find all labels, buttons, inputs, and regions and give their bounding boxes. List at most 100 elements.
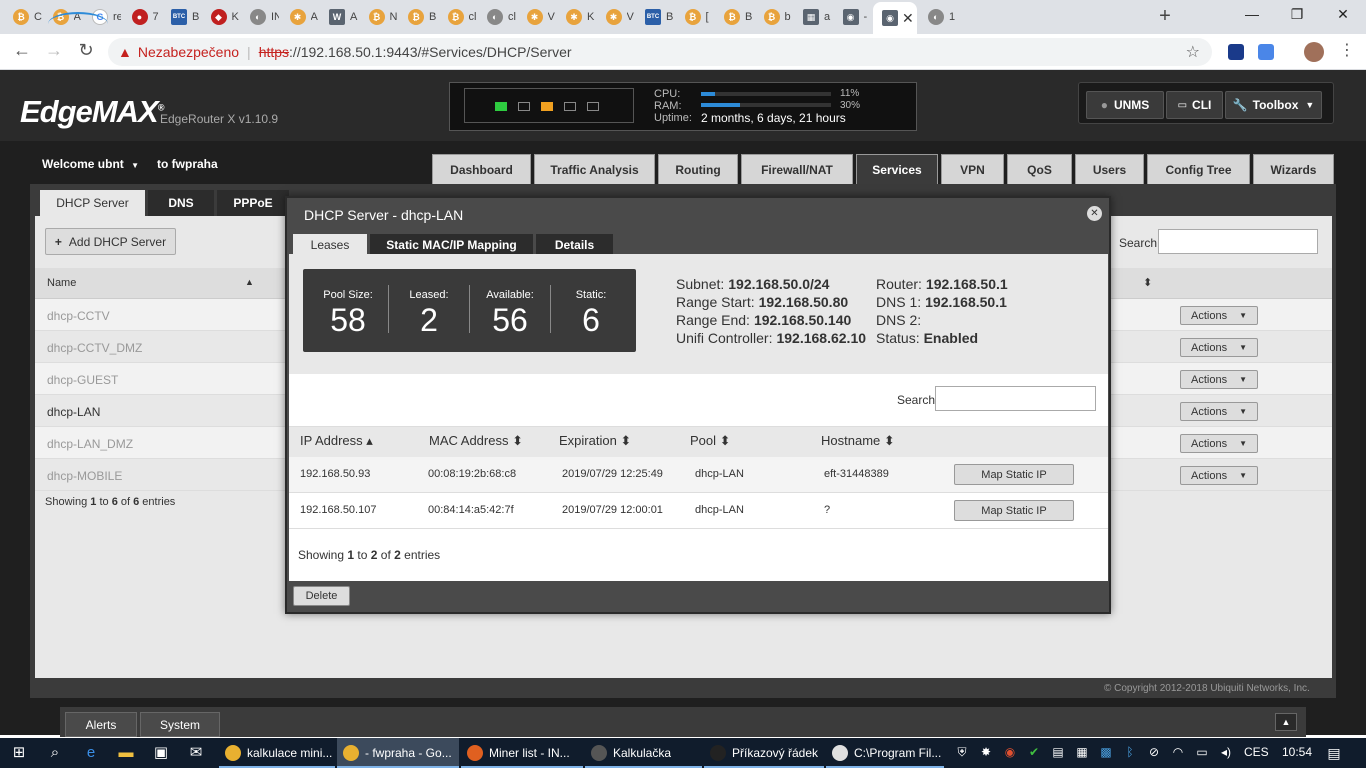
tab-details[interactable]: Details — [536, 234, 613, 255]
toolbox-button[interactable]: 🔧 Toolbox ▼ — [1225, 91, 1322, 119]
tab-leases[interactable]: Leases — [293, 234, 367, 255]
nav-tab-wizards[interactable]: Wizards — [1253, 154, 1334, 184]
nav-tab-users[interactable]: Users — [1075, 154, 1144, 184]
nav-tab-routing[interactable]: Routing — [658, 154, 738, 184]
column-expiration[interactable]: Expiration ⬍ — [559, 433, 631, 449]
browser-tab[interactable]: BTC Bi — [162, 2, 200, 32]
taskbar-app[interactable]: C:\Program Fil... — [826, 738, 944, 768]
tray-app-icon[interactable]: ✸ — [978, 745, 994, 761]
notifications-icon[interactable]: ▤ — [1326, 745, 1342, 761]
browser-tab[interactable]: ₿ cl — [439, 2, 476, 32]
actions-button[interactable]: Actions ▼ — [1180, 402, 1258, 421]
column-hostname[interactable]: Hostname ⬍ — [821, 433, 895, 449]
browser-tab[interactable]: WA — [320, 2, 358, 32]
edge-icon[interactable]: e — [82, 744, 100, 762]
taskbar-app[interactable]: Příkazový řádek — [704, 738, 824, 768]
browser-tab[interactable]: ₿ N — [360, 2, 397, 32]
actions-button[interactable]: Actions ▼ — [1180, 370, 1258, 389]
actions-button[interactable]: Actions ▼ — [1180, 466, 1258, 485]
close-tab-icon[interactable]: ✕ — [902, 10, 914, 27]
nav-tab-firewall-nat[interactable]: Firewall/NAT — [741, 154, 853, 184]
browser-tab[interactable]: ₿ B — [715, 2, 753, 32]
close-window-button[interactable]: ✕ — [1320, 6, 1366, 23]
tray-app-icon[interactable]: ▦ — [1074, 745, 1090, 761]
shield-icon[interactable]: ⛨ — [954, 745, 970, 761]
translate-icon[interactable] — [1258, 44, 1274, 60]
browser-tab[interactable]: ◐ IN — [241, 2, 279, 32]
nav-tab-config-tree[interactable]: Config Tree — [1147, 154, 1250, 184]
sort-icon[interactable]: ⬍ — [1143, 276, 1152, 289]
language-indicator[interactable]: CES — [1244, 745, 1269, 759]
search-input[interactable] — [1158, 229, 1318, 254]
profile-avatar[interactable] — [1304, 42, 1324, 62]
map-static-ip-button[interactable]: Map Static IP — [954, 464, 1074, 485]
mail-icon[interactable]: ✉ — [187, 744, 205, 762]
column-mac-address[interactable]: MAC Address ⬍ — [429, 433, 523, 449]
column-pool[interactable]: Pool ⬍ — [690, 433, 731, 449]
column-ip-address[interactable]: IP Address ▴ — [300, 433, 373, 449]
browser-tab[interactable]: ✱ V — [518, 2, 556, 32]
browser-tab[interactable]: ₿ C — [4, 2, 42, 32]
bookmark-star-icon[interactable]: ☆ — [1186, 42, 1200, 62]
search-icon[interactable]: ⌕ — [46, 744, 64, 762]
taskbar-app[interactable]: Kalkulačka — [585, 738, 702, 768]
nav-tab-dashboard[interactable]: Dashboard — [432, 154, 531, 184]
server-name[interactable]: dhcp-CCTV — [47, 309, 110, 323]
tab-static-mapping[interactable]: Static MAC/IP Mapping — [370, 234, 533, 255]
taskbar-app[interactable]: - fwpraha - Go... — [337, 738, 459, 768]
actions-button[interactable]: Actions ▼ — [1180, 434, 1258, 453]
actions-button[interactable]: Actions ▼ — [1180, 338, 1258, 357]
store-icon[interactable]: ▣ — [152, 744, 170, 762]
tray-app-icon[interactable]: ▩ — [1098, 745, 1114, 761]
column-name[interactable]: Name — [47, 277, 76, 289]
add-dhcp-server-button[interactable]: + Add DHCP Server — [45, 228, 176, 255]
server-name[interactable]: dhcp-MOBILE — [47, 469, 122, 483]
subtab-pppoe[interactable]: PPPoE — [217, 190, 289, 216]
server-name[interactable]: dhcp-GUEST — [47, 373, 118, 387]
wifi-icon[interactable]: ◠ — [1170, 745, 1186, 761]
nav-tab-services[interactable]: Services — [856, 154, 938, 184]
extension-y-icon[interactable] — [1228, 44, 1244, 60]
browser-tab[interactable]: ◐ cl — [478, 2, 516, 32]
browser-tab[interactable]: ● 7 — [123, 2, 161, 32]
server-name[interactable]: dhcp-LAN — [47, 405, 100, 419]
browser-tab[interactable]: BTC B — [636, 2, 674, 32]
dialog-search-input[interactable] — [935, 386, 1096, 411]
browser-tab[interactable]: ◉ - — [834, 2, 872, 32]
volume-icon[interactable]: ◂) — [1218, 745, 1234, 761]
subtab-dhcp-server[interactable]: DHCP Server — [40, 190, 145, 216]
delete-button[interactable]: Delete — [293, 586, 350, 606]
browser-tab[interactable]: ◐ 1 — [919, 2, 957, 32]
nav-tab-qos[interactable]: QoS — [1007, 154, 1072, 184]
sort-asc-icon[interactable]: ▲ — [245, 277, 254, 287]
nav-tab-vpn[interactable]: VPN — [941, 154, 1004, 184]
clock[interactable]: 10:54 — [1282, 745, 1312, 759]
subtab-dns[interactable]: DNS — [148, 190, 214, 216]
browser-tab[interactable]: ✱ V — [597, 2, 635, 32]
browser-tab[interactable]: ◆ K — [202, 2, 240, 32]
browser-tab[interactable]: ▦ a — [794, 2, 832, 32]
unms-button[interactable]: ● UNMS — [1086, 91, 1164, 119]
expand-up-icon[interactable]: ▲ — [1275, 713, 1297, 731]
taskbar-app[interactable]: Miner list - IN... — [461, 738, 583, 768]
check-icon[interactable]: ✔ — [1026, 745, 1042, 761]
cli-button[interactable]: ▭ CLI — [1166, 91, 1223, 119]
server-name[interactable]: dhcp-LAN_DMZ — [47, 437, 133, 451]
back-icon[interactable]: ← — [10, 40, 34, 61]
map-static-ip-button[interactable]: Map Static IP — [954, 500, 1074, 521]
maximize-button[interactable]: ❐ — [1274, 6, 1320, 23]
insecure-label[interactable]: Nezabezpečeno — [138, 44, 239, 60]
new-tab-button[interactable]: + — [1155, 5, 1175, 28]
server-name[interactable]: dhcp-CCTV_DMZ — [47, 341, 142, 355]
battery-icon[interactable]: ▭ — [1194, 745, 1210, 761]
browser-tab[interactable]: ₿[ — [676, 2, 714, 32]
omnibox[interactable]: ▲ Nezabezpečeno | https://192.168.50.1:9… — [108, 38, 1212, 66]
browser-tab[interactable]: ✱ A — [281, 2, 319, 32]
close-icon[interactable]: ✕ — [1087, 206, 1102, 221]
browser-tab[interactable]: ◉ ✕ — [873, 2, 917, 34]
windows-start-icon[interactable]: ⊞ — [10, 744, 28, 762]
browser-tab[interactable]: ₿ B — [399, 2, 437, 32]
system-button[interactable]: System — [140, 712, 220, 737]
browser-tab[interactable]: ₿ b — [755, 2, 793, 32]
minimize-button[interactable]: — — [1229, 6, 1275, 22]
